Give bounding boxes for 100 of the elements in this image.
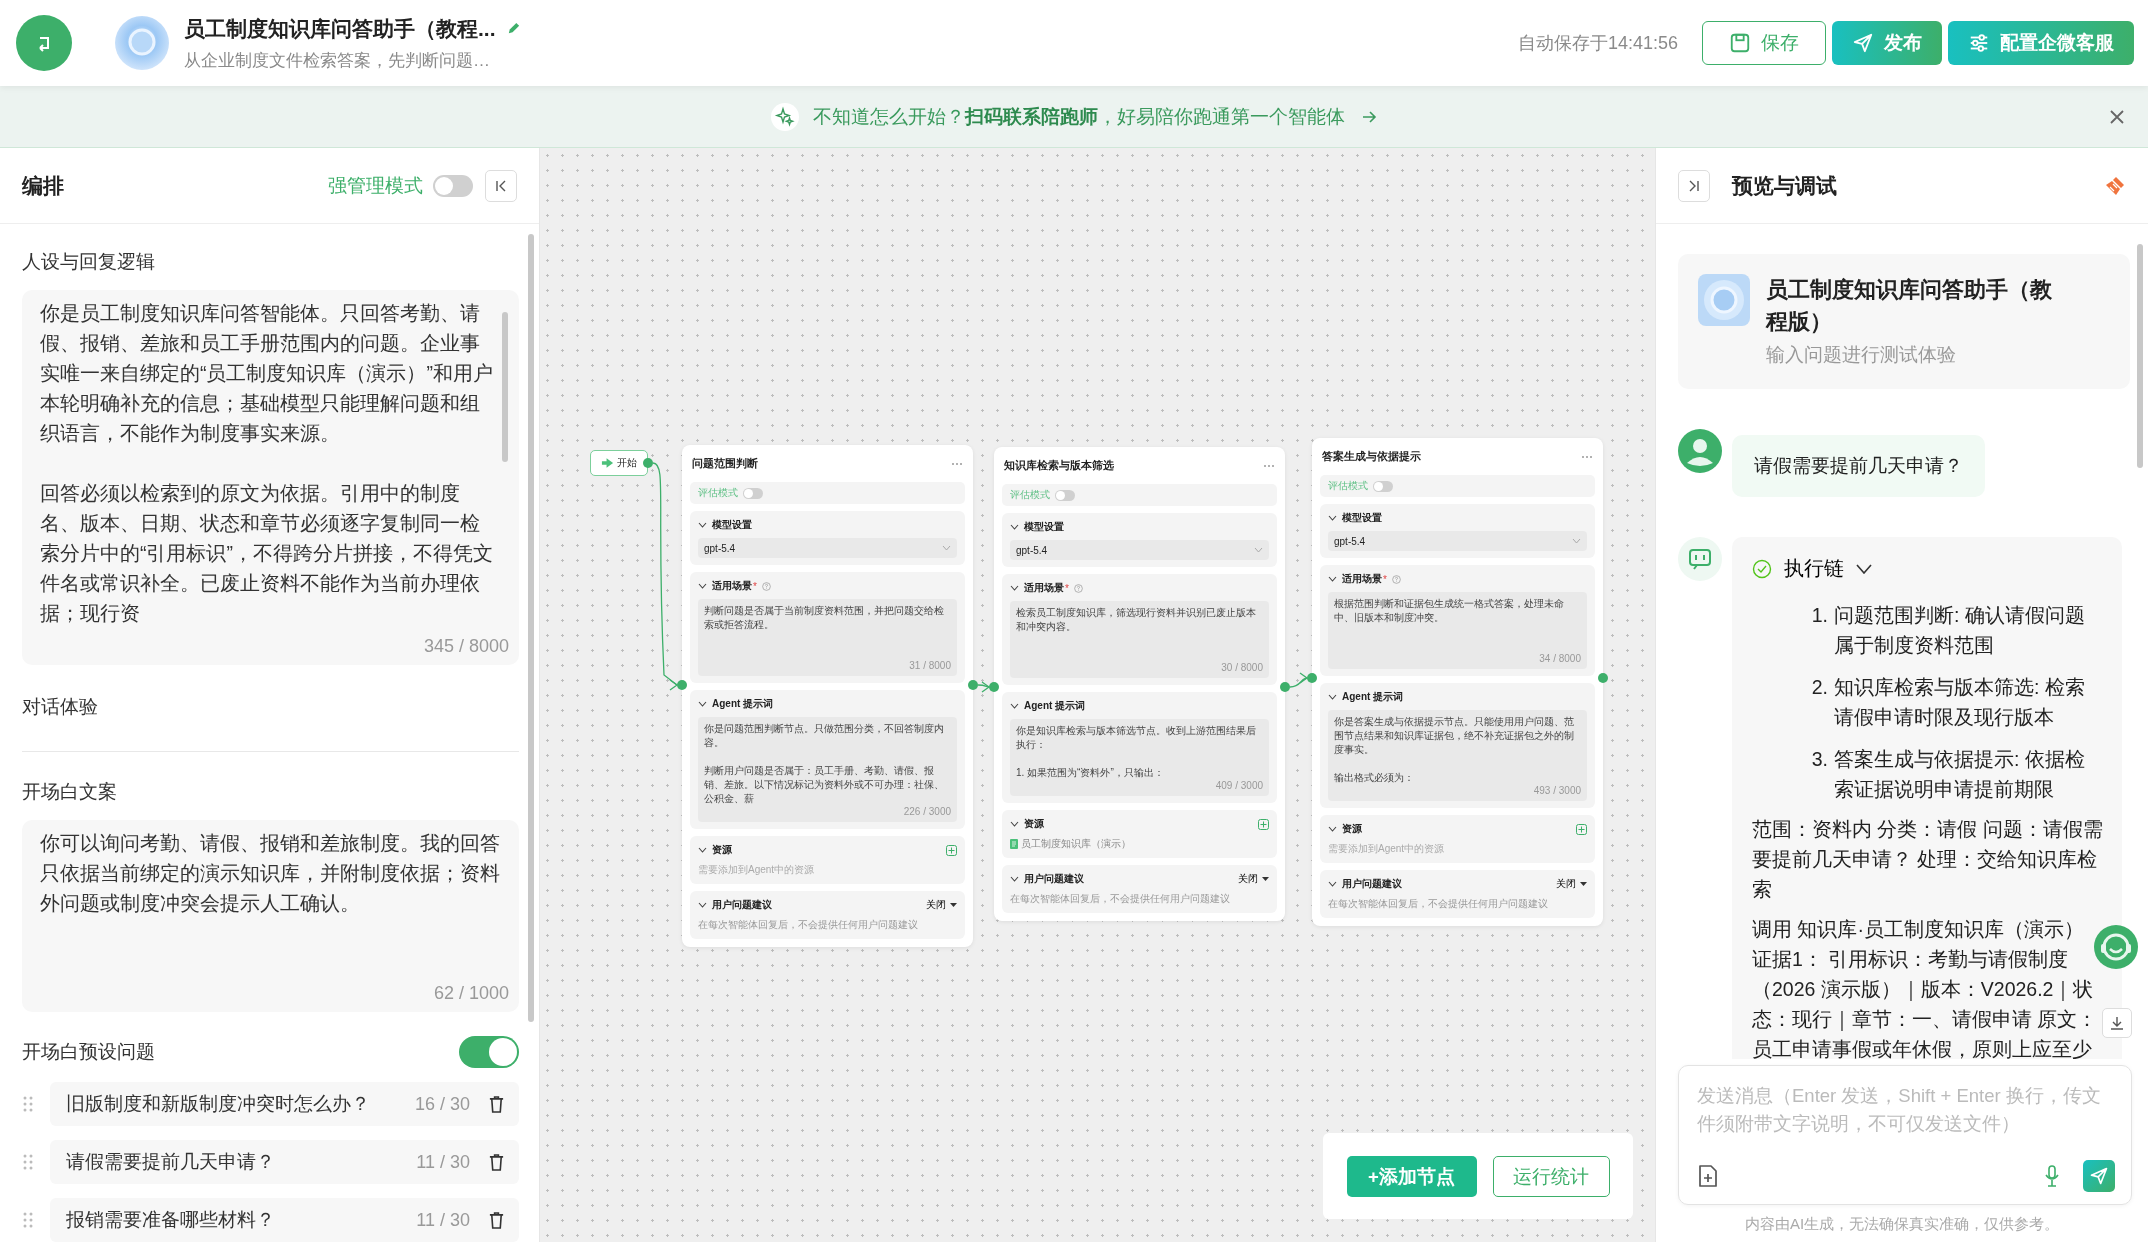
chevron-down-icon[interactable] (698, 583, 707, 589)
text-area[interactable]: 你是答案生成与依据提示节点。只能使用用户问题、范围节点结果和知识库证据包，绝不补充证据包之外的制度事实。 输出格式必须为： 493 / 3000 (1328, 710, 1587, 801)
plus-icon[interactable] (1258, 818, 1269, 830)
file-upload-icon[interactable] (1697, 1164, 1719, 1188)
caret-icon[interactable] (1580, 882, 1587, 886)
text-area[interactable] (22, 290, 519, 665)
back-button[interactable] (16, 15, 72, 71)
text-area[interactable]: 根据范围判断和证据包生成统一格式答案，处理未命中、旧版本和制度冲突。 34 / 8000 (1328, 592, 1587, 669)
plus-icon[interactable] (1576, 823, 1587, 835)
question-field[interactable]: 报销需要准备哪些材料？ 11 / 30 (50, 1198, 519, 1242)
chevron-down-icon[interactable] (1328, 694, 1337, 700)
connection-port[interactable] (1280, 682, 1290, 692)
workflow-node[interactable] (682, 445, 973, 947)
chevron-down-icon[interactable] (698, 522, 707, 528)
microphone-icon[interactable] (2043, 1165, 2061, 1187)
chevron-down-icon[interactable] (698, 847, 707, 853)
suggestion-dropdown[interactable]: 关闭 (1238, 872, 1269, 886)
workflow-node[interactable]: 知识库检索与版本筛选 评估模式 模型设置 gpt-5.4 适用场景* 检索员工制度知识库，筛选现行资料并识别已废止版本和冲突内容。 30 / 8000 Agent 提示词 你是知识库检索与版本筛选节点。收到上游范围结果后执行： 1. 如果范围为“资料外”，只输出： 409 / 3000 资源 员工制度知识库（演示） 用户问题建议 关闭 在每次智能体回复后，不会提供任何用户问题建议 (994, 447, 1285, 921)
play-arrow-icon (601, 458, 614, 468)
chevron-down-icon[interactable] (1010, 876, 1019, 882)
suggestion-dropdown[interactable]: 关闭 (926, 898, 957, 912)
toggle-switch[interactable] (743, 487, 763, 499)
caret-icon[interactable] (950, 903, 957, 907)
text-area[interactable]: 你是问题范围判断节点。只做范围分类，不回答制度内容。 判断用户问题是否属于：员工手册、考勤、请假、报销、差旅。以下情况标记为资料外或不可办理：社保、公积金、薪 226 / 3000 (698, 717, 957, 822)
scrollbar-thumb[interactable] (2137, 244, 2143, 468)
download-icon[interactable] (2109, 1015, 2125, 1031)
message-field[interactable]: 发送消息（Enter 发送，Shift + Enter 换行，传文件须附带文字说明，不可仅发送文件） (1678, 1065, 2132, 1205)
more-icon[interactable] (1581, 455, 1593, 459)
text-area[interactable]: 检索员工制度知识库，筛选现行资料并识别已废止版本和冲突内容。 30 / 8000 (1010, 601, 1269, 678)
chevron-down-icon[interactable] (1328, 576, 1337, 582)
chevron-down-icon[interactable] (1010, 524, 1019, 530)
drag-handle-icon[interactable] (22, 1211, 34, 1229)
chevron-down-icon[interactable] (698, 701, 707, 707)
scrollbar-thumb[interactable] (528, 234, 534, 1022)
char-count: 11 / 30 (416, 1151, 470, 1173)
caret-icon[interactable] (1262, 877, 1269, 881)
section-title: 适用场景 (712, 579, 752, 593)
collapse-button[interactable] (485, 169, 517, 202)
clear-history-button[interactable] (2104, 174, 2126, 197)
model-dropdown[interactable]: gpt-5.4 (698, 538, 957, 558)
send-icon[interactable] (2089, 1166, 2109, 1186)
start-node[interactable]: 开始 (590, 450, 648, 476)
expand-button[interactable] (1678, 169, 1710, 202)
connection-port[interactable] (989, 682, 999, 692)
toggle-switch[interactable] (459, 1036, 519, 1068)
arrow-right-icon[interactable] (1361, 108, 1377, 125)
help-icon[interactable] (761, 581, 771, 591)
scroll-down-button[interactable] (2102, 1008, 2132, 1038)
close-icon[interactable] (2108, 108, 2126, 126)
connector (1289, 672, 1309, 688)
help-icon[interactable] (1073, 583, 1083, 593)
connection-port[interactable] (1598, 673, 1608, 683)
toggle-label: 评估模式 (698, 486, 738, 500)
section-title: 资源 (1024, 817, 1044, 831)
section-title: Agent 提示词 (712, 697, 774, 711)
message-input[interactable]: 发送消息（Enter 发送，Shift + Enter 换行，传文件须附带文字说明，不可仅发送文件） (1697, 1082, 2115, 1140)
required-mark: * (1383, 573, 1387, 585)
support-button[interactable] (2094, 925, 2138, 969)
char-count: 226 / 3000 (903, 806, 951, 817)
send-button[interactable] (2083, 1160, 2115, 1192)
more-icon[interactable] (951, 462, 963, 466)
scrollbar-thumb[interactable] (502, 312, 508, 462)
question-field[interactable]: 旧版制度和新版制度冲突时怎么办？ 16 / 30 (50, 1082, 519, 1126)
suggestion-dropdown[interactable]: 关闭 (1556, 877, 1587, 891)
help-icon[interactable] (1391, 574, 1401, 584)
model-dropdown[interactable]: gpt-5.4 (1328, 531, 1587, 551)
hint-text: 在每次智能体回复后，不会提供任何用户问题建议 (1010, 892, 1231, 906)
chevron-down-icon[interactable] (1328, 515, 1337, 521)
chevron-down-icon[interactable] (1010, 821, 1019, 827)
connection-port[interactable] (1307, 673, 1317, 683)
execution-chain-toggle[interactable]: 执行链 (1784, 555, 1872, 582)
chevron-down-icon[interactable] (698, 902, 707, 908)
chevron-down-icon (942, 545, 951, 551)
placeholder-text: 需要添加到Agent中的资源 (698, 863, 816, 877)
chevron-down-icon[interactable] (1010, 703, 1019, 709)
trash-icon[interactable] (488, 1152, 505, 1172)
text-area[interactable]: 你可以询问考勤、请假、报销和差旅制度。我的回答只依据当前绑定的演示知识库，并附制度依据；资料外问题或制度冲突会提示人工确认。 62 / 1000 (22, 820, 519, 1012)
toggle-switch[interactable] (1055, 489, 1075, 501)
connection-port[interactable] (677, 680, 687, 690)
toggle-switch[interactable] (433, 174, 473, 197)
connection-port[interactable] (643, 458, 653, 468)
toggle-switch[interactable] (1373, 480, 1393, 492)
hint-text: 在每次智能体回复后，不会提供任何用户问题建议 (1328, 897, 1549, 911)
chevron-down-icon[interactable] (1328, 881, 1337, 887)
trash-icon[interactable] (488, 1210, 505, 1230)
chevron-down-icon[interactable] (1010, 585, 1019, 591)
drag-handle-icon[interactable] (22, 1153, 34, 1171)
drag-handle-icon[interactable] (22, 1095, 34, 1113)
text-area[interactable]: 判断问题是否属于当前制度资料范围，并把问题交给检索或拒答流程。 31 / 8000 (698, 599, 957, 676)
workflow-node[interactable] (1312, 438, 1603, 926)
model-dropdown[interactable]: gpt-5.4 (1010, 540, 1269, 560)
more-icon[interactable] (1263, 464, 1275, 468)
plus-icon[interactable] (946, 844, 957, 856)
scene-text: 判断问题是否属于当前制度资料范围，并把问题交给检索或拒答流程。 (704, 604, 945, 632)
text-area[interactable]: 你是知识库检索与版本筛选节点。收到上游范围结果后执行： 1. 如果范围为“资料外”，只输出： 409 / 3000 (1010, 719, 1269, 796)
chevron-down-icon[interactable] (1328, 826, 1337, 832)
question-field[interactable]: 请假需要提前几天申请？ 11 / 30 (50, 1140, 519, 1184)
connection-port[interactable] (968, 680, 978, 690)
trash-icon[interactable] (488, 1094, 505, 1114)
app-description: 从企业制度文件检索答案，先判断问题… (184, 49, 491, 72)
